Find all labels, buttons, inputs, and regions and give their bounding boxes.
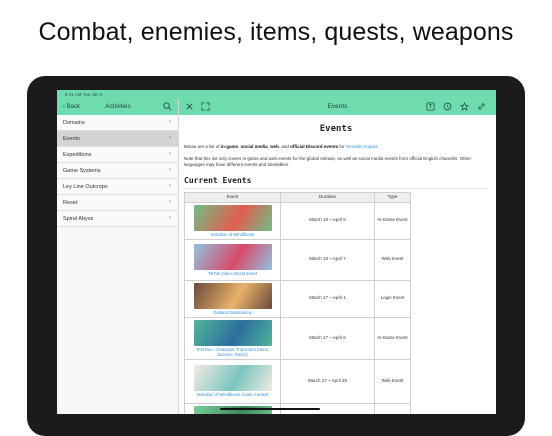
translate-icon[interactable] — [426, 102, 435, 111]
link-icon[interactable] — [477, 102, 486, 111]
type-cell: In-Game Event — [374, 201, 411, 240]
app-screen: 9:41 AM Tue Jan 9 ‹ Back Activities Doma… — [57, 90, 496, 414]
type-cell: Login Event — [374, 279, 411, 318]
type-cell: Web Event — [374, 358, 411, 404]
col-header-type: Type — [374, 192, 411, 203]
status-bar: 9:41 AM Tue Jan 9 — [57, 90, 496, 99]
sidebar-item-label: Game Systems — [63, 168, 101, 174]
events-table: Event Duration Type Invitation of Windbl… — [184, 192, 411, 414]
chevron-right-icon: › — [169, 183, 171, 189]
sidebar: ‹ Back Activities Domains › Events › Expedit… — [57, 99, 179, 414]
duration-cell: March 17 ~ April 25 — [280, 358, 375, 404]
sidebar-item[interactable]: Game Systems › — [57, 163, 178, 179]
duration-cell: March 17 ~ April 1 — [280, 279, 375, 318]
home-indicator — [220, 408, 320, 410]
sidebar-item[interactable]: Expeditions › — [57, 147, 178, 163]
table-row[interactable]: Invitation of Windblume Guide Contest Mar… — [184, 358, 411, 404]
chevron-right-icon: › — [169, 199, 171, 205]
event-banner-image[interactable] — [193, 204, 272, 231]
event-link[interactable]: TikTok Video Shorts Event — [188, 271, 277, 276]
sidebar-item-label: Reset — [63, 200, 78, 206]
sidebar-item[interactable]: Ley Line Outcrops › — [57, 179, 178, 195]
event-link[interactable]: Invitation of Windblume — [188, 232, 277, 237]
intro-paragraph: Below are a list of in-game, social medi… — [184, 144, 379, 150]
event-banner-image[interactable] — [193, 282, 272, 309]
type-cell: Web Event — [374, 238, 411, 281]
event-cell: Outland Gastronomy — [184, 279, 281, 318]
chevron-right-icon: › — [169, 119, 171, 125]
star-icon[interactable] — [460, 102, 469, 111]
event-link[interactable]: Invitation of Windblume Guide Contest — [188, 392, 277, 397]
search-icon[interactable] — [163, 102, 172, 111]
event-cell: Invitation of Windblume Guide Contest — [184, 358, 281, 404]
event-cell: Invitation of Windblume — [184, 201, 281, 240]
sidebar-item-label: Spiral Abyss — [63, 216, 94, 222]
col-header-event: Event — [184, 192, 281, 203]
sidebar-list: Domains › Events › Expeditions › Game Systems ›… — [57, 115, 178, 227]
chevron-right-icon: › — [169, 135, 171, 141]
chevron-right-icon: › — [169, 167, 171, 173]
event-link[interactable]: Test Run - Character Trial Event (Venti,… — [188, 347, 277, 357]
type-cell: In-Game Event — [374, 316, 411, 360]
status-time: 9:41 AM — [65, 92, 82, 97]
chevron-right-icon: › — [169, 151, 171, 157]
status-date: Tue Jan 9 — [82, 92, 103, 97]
sidebar-item[interactable]: Events › — [57, 131, 178, 147]
sidebar-item[interactable]: Spiral Abyss › — [57, 211, 178, 227]
duration-cell: March 19 ~ April 5 — [280, 201, 375, 240]
main-pane: Events Events Below are a list of in-gam… — [179, 99, 496, 414]
duration-cell: March 18 ~ April 7 — [280, 238, 375, 281]
sidebar-header: ‹ Back Activities — [57, 99, 178, 115]
marketing-headline: Combat, enemies, items, quests, weapons — [38, 18, 514, 46]
current-events-heading: Current Events — [184, 175, 488, 190]
page-heading: Events — [319, 124, 353, 134]
sidebar-item-label: Expeditions — [63, 152, 92, 158]
table-row[interactable]: TikTok Video Shorts Event March 18 ~ Apri… — [184, 238, 411, 281]
sidebar-item-label: Events — [63, 136, 80, 142]
sidebar-item-label: Domains — [63, 120, 85, 126]
note-paragraph: Note that this list only covers in-game … — [184, 155, 472, 168]
event-banner-image[interactable] — [193, 243, 272, 270]
duration-cell: March 17 ~ April 6 — [280, 316, 375, 360]
event-cell: TikTok Video Shorts Event — [184, 238, 281, 281]
event-banner-image[interactable] — [193, 365, 272, 392]
sidebar-item[interactable]: Reset › — [57, 195, 178, 211]
chevron-right-icon: › — [169, 215, 171, 221]
event-link[interactable]: Outland Gastronomy — [188, 310, 277, 315]
table-row[interactable]: Invitation of Windblume March 19 ~ April … — [184, 201, 411, 240]
article-content: Events Below are a list of in-game, soci… — [179, 115, 496, 414]
history-icon[interactable] — [443, 102, 452, 111]
main-header: Events — [179, 99, 496, 115]
sidebar-title: Activities — [105, 103, 131, 110]
genshin-impact-link[interactable]: Genshin Impact — [346, 144, 378, 149]
sidebar-item[interactable]: Domains › — [57, 115, 178, 131]
table-row[interactable]: Test Run - Character Trial Event (Venti,… — [184, 316, 411, 360]
sidebar-item-label: Ley Line Outcrops — [63, 184, 108, 190]
event-banner-image[interactable] — [193, 319, 272, 346]
event-cell: Test Run - Character Trial Event (Venti,… — [184, 316, 281, 360]
table-row[interactable]: Outland Gastronomy March 17 ~ April 1 Logi… — [184, 279, 411, 318]
col-header-duration: Duration — [280, 192, 375, 203]
type-cell: In-Game Event — [374, 402, 411, 414]
